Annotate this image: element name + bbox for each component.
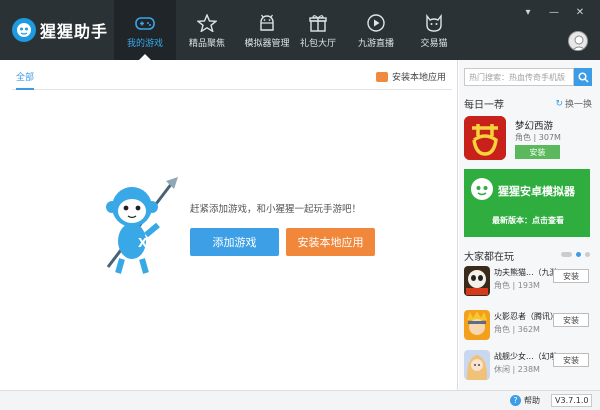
apk-icon [375, 71, 388, 82]
nav-label: 模拟器管理 [244, 39, 290, 49]
help-label: 帮助 [524, 396, 540, 405]
game-category: 角色 [515, 133, 531, 142]
game-meta: 角色 | 362M [494, 325, 540, 334]
gamepad-icon [135, 17, 155, 30]
monkey-logo-icon [12, 18, 36, 42]
search-button[interactable] [574, 68, 592, 86]
top-nav-bar: 猩猩助手 我的游戏 精品聚焦 模拟器管理 礼包大厅 九游直播 交易猫 ▾ — ✕ [0, 0, 600, 60]
game-meta: 角色 | 193M [494, 281, 540, 290]
close-icon: ✕ [575, 6, 585, 18]
nav-label: 礼包大厅 [299, 39, 336, 49]
nav-label: 精品聚焦 [188, 39, 225, 49]
empty-state-message: 赶紧添加游戏，和小猩猩一起玩手游吧！ [190, 204, 362, 215]
nav-gift-hall[interactable]: 礼包大厅 [287, 0, 349, 60]
game-name[interactable]: 火影忍者（腾讯） [494, 311, 556, 322]
daily-game-icon[interactable] [464, 116, 506, 160]
banner-subtitle: 最新版本：点击查看 [492, 216, 564, 225]
help-link[interactable]: ? 帮助 [510, 395, 540, 406]
game-size: 362M [517, 325, 540, 334]
add-game-button[interactable]: 添加游戏 [190, 228, 279, 256]
carousel-dots [561, 252, 590, 257]
user-avatar-icon [572, 35, 586, 50]
nav-label: 我的游戏 [126, 39, 163, 49]
user-avatar[interactable] [568, 31, 588, 51]
monkey-mascot-icon: X [106, 177, 178, 274]
game-meta: 休闲 | 238M [494, 365, 540, 374]
game-category: 角色 [494, 281, 510, 290]
refresh-label: 换一换 [564, 100, 592, 110]
install-local-app-link[interactable]: 安装本地应用 [375, 70, 446, 83]
install-local-label: 安装本地应用 [391, 73, 446, 83]
carousel-dot[interactable] [576, 252, 581, 257]
dropdown-icon: ▾ [525, 6, 531, 18]
daily-game-meta: 角色 | 307M [515, 133, 561, 142]
install-button[interactable]: 安装 [553, 313, 589, 327]
cat-icon [426, 14, 442, 32]
my-games-panel: 全部 安装本地应用 X 赶紧添加游戏，和小猩猩一起玩手游吧！ 添加游戏 安装本地… [0, 60, 458, 390]
carousel-dot[interactable] [585, 252, 590, 257]
game-size: 307M [538, 133, 561, 142]
android-icon [260, 14, 274, 31]
warship-girl-icon [464, 350, 490, 380]
minimize-button[interactable]: — [546, 6, 562, 18]
kungfu-panda-icon [464, 266, 490, 296]
tab-all[interactable]: 全部 [16, 70, 35, 90]
game-name[interactable]: 战舰少女...（幻萌 [494, 351, 556, 362]
game-size: 193M [517, 281, 540, 290]
close-button[interactable]: ✕ [572, 6, 588, 18]
list-item[interactable]: 功夫熊猫...（九游 角色 | 193M 安装 [464, 266, 596, 306]
app-logo: 猩猩助手 [12, 18, 108, 42]
nav-my-games[interactable]: 我的游戏 [114, 0, 176, 60]
game-size: 238M [517, 365, 540, 374]
help-icon: ? [510, 395, 521, 406]
install-button[interactable]: 安装 [553, 353, 589, 367]
daily-install-button[interactable]: 安装 [515, 145, 560, 159]
minimize-icon: — [549, 6, 559, 18]
game-category: 角色 [494, 325, 510, 334]
status-bar: ? 帮助 V3.7.1.0 [0, 390, 600, 410]
banner-title: 猩猩安卓模拟器 [498, 185, 575, 198]
play-icon [367, 14, 385, 32]
naruto-icon [464, 310, 490, 340]
install-button[interactable]: 安装 [553, 269, 589, 283]
game-category: 休闲 [494, 365, 510, 374]
list-item[interactable]: 火影忍者（腾讯） 角色 | 362M 安装 [464, 310, 596, 350]
nav-label: 九游直播 [357, 39, 394, 49]
version-badge[interactable]: V3.7.1.0 [551, 394, 593, 407]
nav-featured[interactable]: 精品聚焦 [176, 0, 238, 60]
daily-pick-title: 每日一荐 [464, 100, 504, 111]
nav-trade-cat[interactable]: 交易猫 [403, 0, 465, 60]
menu-dropdown-button[interactable]: ▾ [520, 6, 536, 18]
search-icon [577, 71, 589, 83]
emulator-banner[interactable]: 猩猩安卓模拟器 最新版本：点击查看 [464, 169, 590, 237]
games-tab-bar: 全部 安装本地应用 [12, 66, 452, 90]
game-logo-icon [464, 116, 506, 160]
install-local-app-button[interactable]: 安装本地应用 [286, 228, 375, 256]
recommend-sidebar: 热门搜索：热血传奇手机版 每日一荐 ↻ 换一换 梦幻西游 角色 | 307M 安… [459, 60, 600, 390]
svg-text:X: X [138, 236, 148, 250]
nav-label: 交易猫 [420, 39, 448, 49]
list-item[interactable]: 战舰少女...（幻萌 休闲 | 238M 安装 [464, 350, 596, 390]
monkey-logo-icon [471, 178, 493, 200]
game-name[interactable]: 功夫熊猫...（九游 [494, 267, 556, 278]
search-input[interactable]: 热门搜索：热血传奇手机版 [464, 68, 574, 86]
nav-live[interactable]: 九游直播 [345, 0, 407, 60]
app-name: 猩猩助手 [40, 22, 109, 41]
popular-games-title: 大家都在玩 [464, 252, 514, 263]
gift-icon [309, 15, 327, 32]
refresh-button[interactable]: ↻ 换一换 [555, 97, 592, 111]
carousel-dot[interactable] [561, 252, 572, 257]
daily-game-name[interactable]: 梦幻西游 [515, 118, 553, 132]
star-icon [197, 14, 217, 32]
refresh-icon: ↻ [555, 98, 563, 109]
